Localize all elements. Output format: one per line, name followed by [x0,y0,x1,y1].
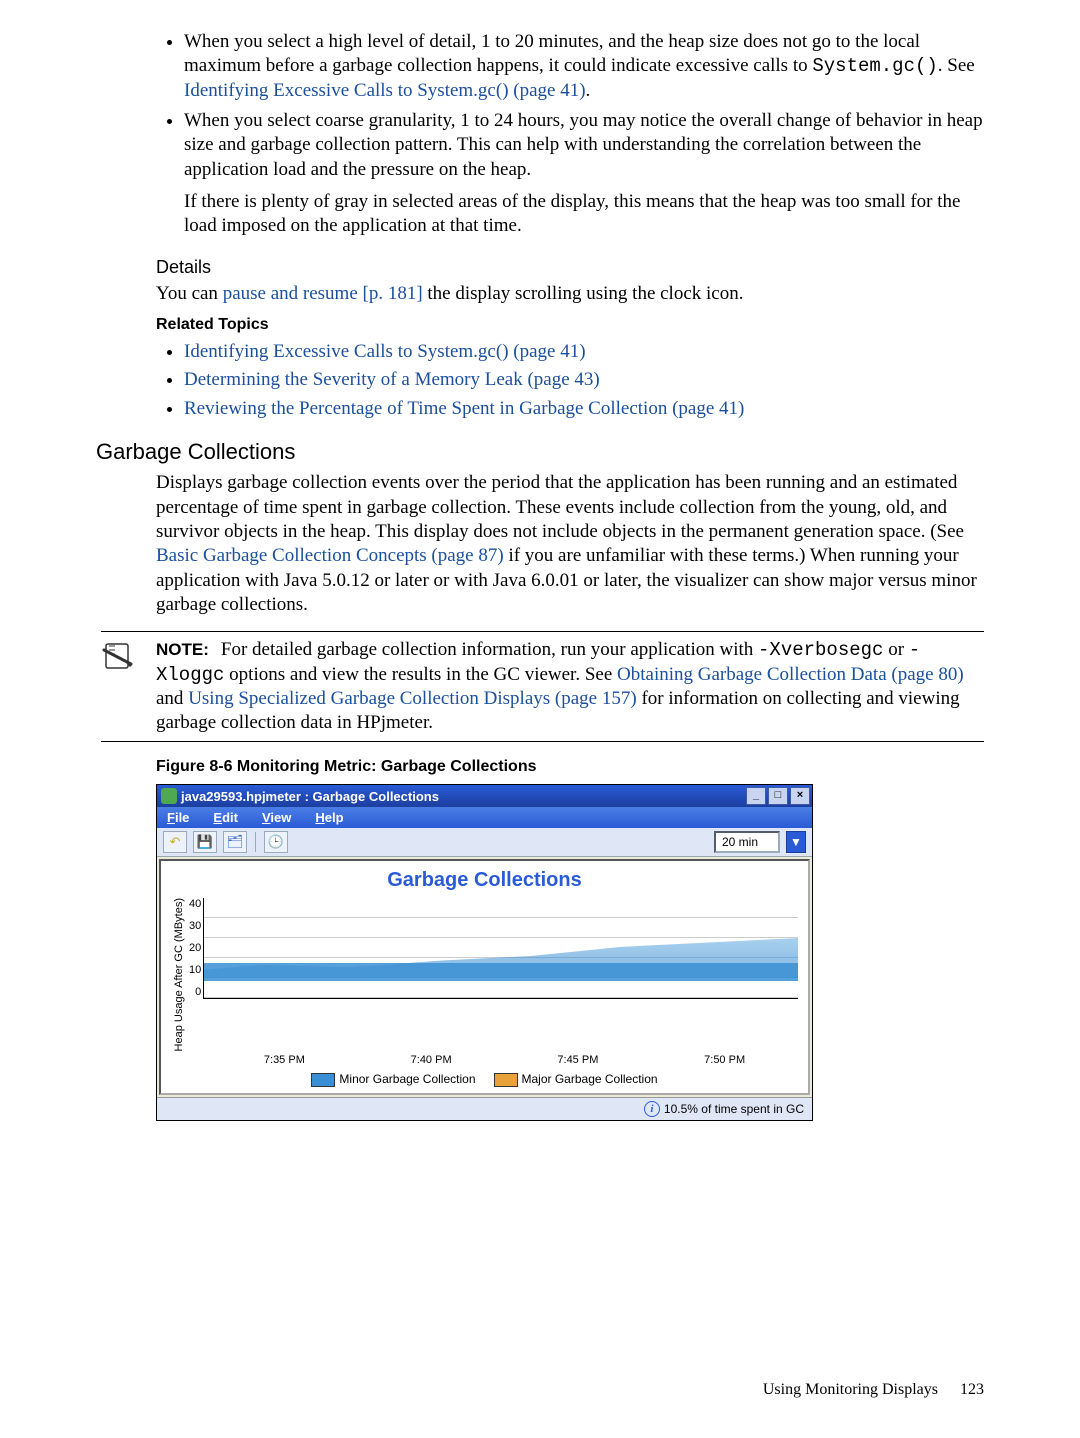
ytick-1: 30 [189,920,201,932]
maximize-button[interactable]: □ [768,787,788,805]
x-ticks: 7:35 PM 7:40 PM 7:45 PM 7:50 PM [211,1052,798,1066]
legend-major-swatch [494,1073,518,1087]
menu-help[interactable]: Help [315,810,343,825]
figure-caption: Figure 8-6 Monitoring Metric: Garbage Co… [156,758,984,776]
xtick-2: 7:45 PM [505,1054,652,1066]
note-label: NOTE: [156,640,221,659]
details-post: the display scrolling using the clock ic… [423,283,744,304]
xtick-3: 7:50 PM [651,1054,798,1066]
b1-see: . See [938,55,975,76]
menu-file[interactable]: File [167,810,189,825]
section-link[interactable]: Basic Garbage Collection Concepts (page … [156,545,504,566]
footer-page: 123 [942,1381,984,1398]
window-title: java29593.hpjmeter : Garbage Collections [181,789,746,804]
info-icon: i [644,1101,660,1117]
xtick-0: 7:35 PM [211,1054,358,1066]
related-item-2: Reviewing the Percentage of Time Spent i… [184,395,984,424]
titlebar-buttons: _ □ × [746,787,810,805]
plot-area[interactable] [203,898,798,999]
xtick-1: 7:40 PM [358,1054,505,1066]
intro-bullet-2: When you select coarse granularity, 1 to… [184,109,984,239]
statusbar: i 10.5% of time spent in GC [157,1097,812,1120]
related-link-2[interactable]: Reviewing the Percentage of Time Spent i… [184,398,744,419]
related-link-1[interactable]: Determining the Severity of a Memory Lea… [184,369,600,390]
note-link2[interactable]: Using Specialized Garbage Collection Dis… [188,688,637,709]
b1-text-pre: When you select a high level of detail, … [184,31,920,76]
section-heading: Garbage Collections [96,439,984,465]
toolbar-separator [255,832,256,852]
b1-code: System.gc() [812,55,937,77]
note-rule-top [101,631,984,632]
app-icon [161,788,177,804]
intro-bullet-1: When you select a high level of detail, … [184,30,984,103]
ytick-3: 10 [189,964,201,976]
menu-edit[interactable]: Edit [213,810,238,825]
details-heading: Details [156,257,984,278]
close-button[interactable]: × [790,787,810,805]
note-rule-bottom [101,741,984,742]
intro-bullet-list: When you select a high level of detail, … [156,30,984,239]
y-ticks: 40 30 20 10 0 [187,898,203,998]
related-item-1: Determining the Severity of a Memory Lea… [184,366,984,395]
page-root: When you select a high level of detail, … [0,0,1080,1429]
related-heading: Related Topics [156,316,984,334]
page-footer: Using Monitoring Displays 123 [96,1381,984,1399]
gc-window: java29593.hpjmeter : Garbage Collections… [156,784,813,1120]
note-mid3: and [156,688,188,709]
related-item-0: Identifying Excessive Calls to System.gc… [184,338,984,367]
details-pre: You can [156,283,223,304]
legend-major-label: Major Garbage Collection [522,1072,658,1086]
b2-sub: If there is plenty of gray in selected a… [184,190,984,239]
save-icon[interactable]: 💾 [193,831,217,853]
titlebar[interactable]: java29593.hpjmeter : Garbage Collections… [157,785,812,807]
back-icon[interactable]: ↶ [163,831,187,853]
b2-text: When you select coarse granularity, 1 to… [184,110,983,180]
legend: Minor Garbage Collection Major Garbage C… [171,1066,798,1089]
minor-gc-band [204,963,798,981]
time-range-select[interactable]: 20 min [714,831,780,853]
section-pre: Displays garbage collection events over … [156,472,964,542]
note-mid2: options and view the results in the GC v… [224,664,617,685]
y-axis-label: Heap Usage After GC (MBytes) [171,898,187,1051]
clock-icon[interactable]: 🕒 [264,831,288,853]
ytick-0: 40 [189,898,201,910]
details-link[interactable]: pause and resume [p. 181] [223,283,423,304]
b1-end: . [586,80,591,101]
b1-link[interactable]: Identifying Excessive Calls to System.gc… [184,80,586,101]
related-link-0[interactable]: Identifying Excessive Calls to System.gc… [184,341,586,362]
note-pre: For detailed garbage collection informat… [221,639,758,660]
status-text: 10.5% of time spent in GC [664,1102,804,1116]
note-row: NOTE:For detailed garbage collection inf… [101,638,984,735]
related-list: Identifying Excessive Calls to System.gc… [156,338,984,424]
note-code1: -Xverbosegc [758,639,883,661]
plot-wrap: Heap Usage After GC (MBytes) 40 30 20 10… [171,898,798,1051]
footer-section: Using Monitoring Displays [763,1381,938,1398]
legend-minor-label: Minor Garbage Collection [339,1072,475,1086]
chart-panel: Garbage Collections Heap Usage After GC … [159,859,810,1094]
ytick-2: 20 [189,942,201,954]
note-mid1: or [883,639,908,660]
note-icon [101,638,141,672]
time-range-dropdown-icon[interactable]: ▼ [786,831,806,853]
legend-minor: Minor Garbage Collection [311,1072,475,1087]
section-para: Displays garbage collection events over … [156,471,984,617]
note-link1[interactable]: Obtaining Garbage Collection Data (page … [617,664,964,685]
save-all-icon[interactable]: 🗂 [223,831,247,853]
legend-minor-swatch [311,1073,335,1087]
chart-title: Garbage Collections [171,869,798,892]
legend-major: Major Garbage Collection [494,1072,658,1087]
main-content: When you select a high level of detail, … [156,30,984,1121]
ytick-4: 0 [189,986,201,998]
details-para: You can pause and resume [p. 181] the di… [156,282,984,306]
toolbar: ↶ 💾 🗂 🕒 20 min ▼ [157,828,812,857]
note-block: NOTE:For detailed garbage collection inf… [101,631,984,742]
menubar: File Edit View Help [157,807,812,828]
menu-view[interactable]: View [262,810,291,825]
note-text: NOTE:For detailed garbage collection inf… [141,638,984,735]
minimize-button[interactable]: _ [746,787,766,805]
